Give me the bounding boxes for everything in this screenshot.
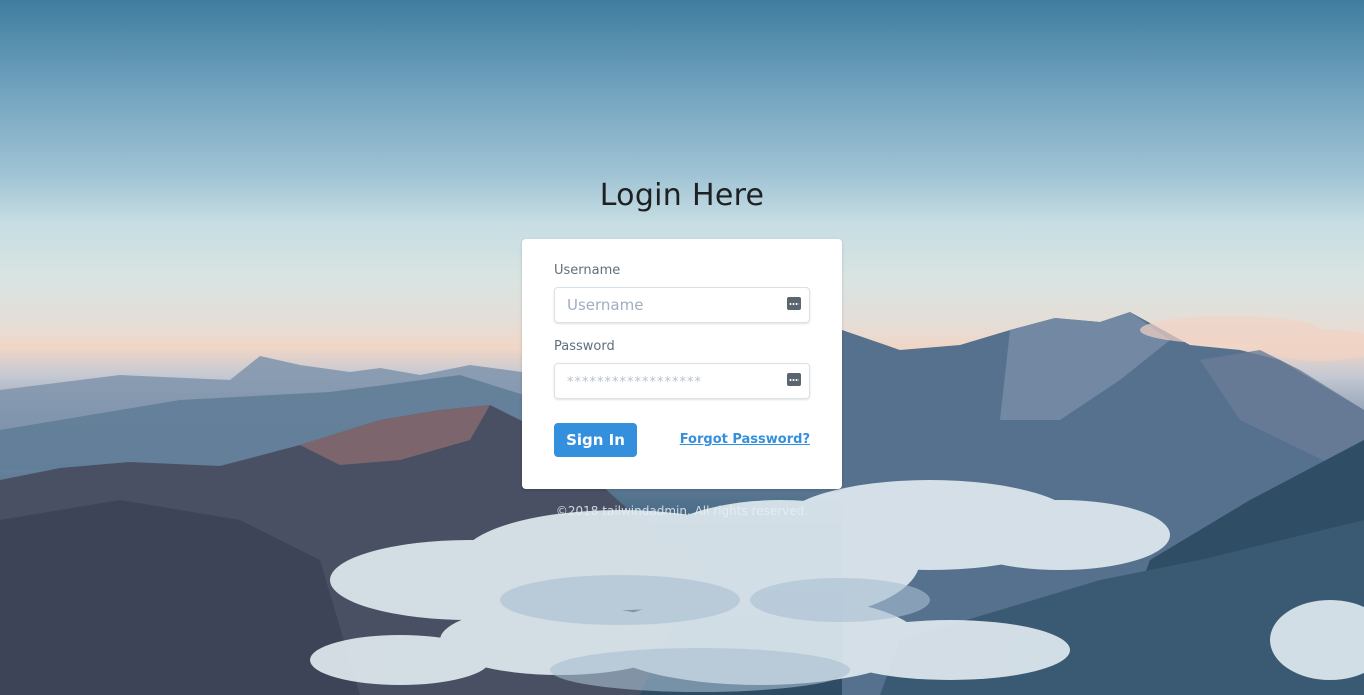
password-field[interactable]: [554, 363, 810, 399]
sign-in-button[interactable]: Sign In: [554, 423, 637, 457]
password-label: Password: [554, 339, 615, 354]
keyboard-icon: [787, 297, 801, 310]
username-field[interactable]: [554, 287, 810, 323]
password-input[interactable]: [555, 364, 782, 398]
forgot-password-link[interactable]: Forgot Password?: [680, 432, 810, 447]
keyboard-icon: [787, 373, 801, 386]
login-card: Username Password Sign In Forgot Passwor…: [522, 239, 842, 489]
username-label: Username: [554, 263, 621, 278]
username-input[interactable]: [555, 288, 782, 322]
copyright-footer: ©2018 tailwindadmin. All rights reserved…: [555, 504, 809, 518]
page-title: Login Here: [599, 178, 765, 213]
